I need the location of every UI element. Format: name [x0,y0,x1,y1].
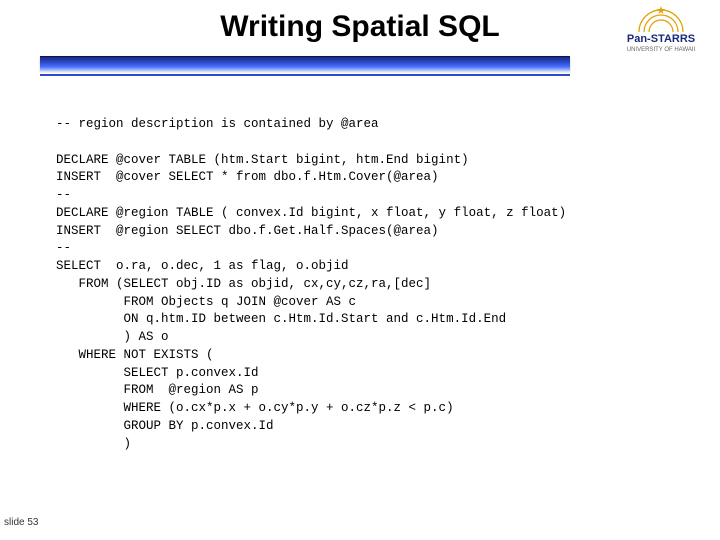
title-underline-thin [40,74,570,76]
code-line: DECLARE @region TABLE ( convex.Id bigint… [56,206,566,220]
logo-star-icon [621,6,701,32]
code-line: GROUP BY p.convex.Id [56,419,274,433]
code-line: ) AS o [56,330,169,344]
code-line: -- [56,241,71,255]
slide: Writing Spatial SQL Pan-STARRS UNIVERSIT… [0,0,720,540]
code-line: INSERT @cover SELECT * from dbo.f.Htm.Co… [56,170,439,184]
code-line: FROM @region AS p [56,383,259,397]
code-line: WHERE NOT EXISTS ( [56,348,214,362]
code-line: WHERE (o.cx*p.x + o.cy*p.y + o.cz*p.z < … [56,401,454,415]
code-block: -- region description is contained by @a… [56,116,690,453]
title-underline-bar [40,56,570,71]
code-line: -- region description is contained by @a… [56,117,379,131]
code-line: ON q.htm.ID between c.Htm.Id.Start and c… [56,312,506,326]
logo-text: Pan-STARRS [612,34,710,45]
code-line: -- [56,188,71,202]
slide-number: slide 53 [4,517,38,528]
code-line: INSERT @region SELECT dbo.f.Get.Half.Spa… [56,224,439,238]
code-line: SELECT o.ra, o.dec, 1 as flag, o.objid [56,259,349,273]
logo-subtext: UNIVERSITY OF HAWAII [612,47,710,54]
code-line: DECLARE @cover TABLE (htm.Start bigint, … [56,153,469,167]
logo: Pan-STARRS UNIVERSITY OF HAWAII [612,6,710,54]
code-line: SELECT p.convex.Id [56,366,259,380]
code-line: FROM (SELECT obj.ID as objid, cx,cy,cz,r… [56,277,431,291]
code-line: ) [56,437,131,451]
code-line: FROM Objects q JOIN @cover AS c [56,295,356,309]
